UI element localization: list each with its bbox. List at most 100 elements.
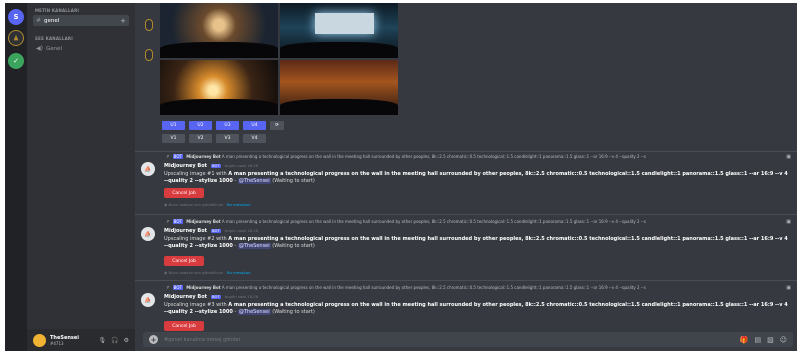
image-attachment-icon: ▣ bbox=[786, 219, 791, 225]
avatar[interactable] bbox=[33, 333, 46, 347]
voice-channel-genel[interactable]: ◀) Genel bbox=[33, 43, 129, 54]
discord-window: S ✓ METİN KANALLARI # genel + SES KANALL… bbox=[5, 3, 797, 351]
bot-message: ↱ BOT Midjourney Bot A man presenting a … bbox=[135, 219, 797, 277]
channel-genel[interactable]: # genel + bbox=[33, 15, 129, 26]
upscale-button-2[interactable]: U2 bbox=[189, 121, 212, 130]
message-composer: + 🎁 ▤ ▨ ☺ bbox=[143, 332, 793, 347]
channel-label: genel bbox=[44, 17, 60, 24]
bot-badge: BOT bbox=[172, 219, 183, 224]
user-mention[interactable]: @TheSensei bbox=[237, 243, 271, 249]
avatar[interactable]: ⛵ bbox=[141, 227, 155, 241]
upscale-button-1[interactable]: U1 bbox=[162, 121, 185, 130]
reply-author: Midjourney Bot bbox=[186, 154, 221, 159]
headphones-icon[interactable]: 🎧 bbox=[111, 337, 118, 344]
reply-text: A man presenting a technological progres… bbox=[221, 154, 646, 159]
server-icon-s[interactable]: S bbox=[8, 9, 24, 25]
bot-badge: BOT bbox=[210, 164, 222, 168]
message-status: (Waiting to start) bbox=[272, 309, 315, 315]
user-mention[interactable]: @TheSensei bbox=[237, 309, 271, 315]
gear-icon[interactable]: ⚙ bbox=[124, 337, 129, 344]
chat-area: U1 U2 U3 U4 ⟳ V1 V2 V3 V4 ↱ BOT Midjourn… bbox=[135, 3, 797, 351]
cancel-job-button[interactable]: Cancel Job bbox=[164, 321, 204, 331]
message-time: bugün saat 18:26 bbox=[224, 294, 259, 299]
variation-button-1[interactable]: V1 bbox=[162, 134, 185, 143]
eye-icon: ◉ bbox=[164, 270, 168, 275]
username: TheSensei bbox=[50, 334, 79, 341]
user-mention[interactable]: @TheSensei bbox=[237, 178, 271, 184]
image-attachment-icon: ▣ bbox=[786, 154, 791, 160]
message-prefix: Upscaling image #2 with bbox=[164, 236, 227, 242]
variation-button-2[interactable]: V2 bbox=[189, 134, 212, 143]
bot-badge: BOT bbox=[172, 154, 183, 159]
cancel-job-button[interactable]: Cancel Job bbox=[164, 188, 204, 198]
message-header: Midjourney Bot BOT bugün saat 18:26 bbox=[164, 163, 258, 169]
reply-arrow-icon: ↱ bbox=[166, 285, 170, 290]
upscale-button-3[interactable]: U3 bbox=[216, 121, 239, 130]
speaker-icon: ◀) bbox=[36, 45, 43, 52]
grid-image-2[interactable] bbox=[280, 3, 398, 58]
server-icon-midjourney[interactable] bbox=[8, 30, 24, 46]
message-author[interactable]: Midjourney Bot bbox=[164, 163, 207, 169]
ephemeral-note: ◉ Bunu sadece sen görebilirsin · Bu mesa… bbox=[164, 202, 251, 207]
user-panel: TheSensei #4713 🎙 🎧 ⚙ bbox=[27, 329, 135, 351]
message-author[interactable]: Midjourney Bot bbox=[164, 228, 207, 234]
emoji-icon[interactable]: ☺ bbox=[780, 336, 787, 344]
reply-text: A man presenting a technological progres… bbox=[221, 285, 646, 290]
ephemeral-text: Bunu sadece sen görebilirsin bbox=[168, 270, 224, 275]
upscale-button-4[interactable]: U4 bbox=[243, 121, 266, 130]
upscale-buttons: U1 U2 U3 U4 ⟳ bbox=[162, 121, 284, 130]
avatar[interactable]: ⛵ bbox=[141, 162, 155, 176]
image-attachment-icon: ▣ bbox=[786, 285, 791, 291]
ephemeral-text: Bunu sadece sen görebilirsin bbox=[168, 202, 224, 207]
crowd-silhouette bbox=[280, 98, 398, 115]
explore-servers-icon[interactable]: ✓ bbox=[8, 53, 24, 69]
grid-image-4[interactable] bbox=[280, 60, 398, 115]
cancel-job-button[interactable]: Cancel Job bbox=[164, 256, 204, 266]
message-body: Upscaling image #3 with A man presenting… bbox=[164, 302, 789, 316]
microphone-icon[interactable]: 🎙 bbox=[99, 337, 107, 344]
divider bbox=[135, 280, 797, 281]
reply-preview[interactable]: ↱ BOT Midjourney Bot A man presenting a … bbox=[166, 219, 791, 227]
message-author[interactable]: Midjourney Bot bbox=[164, 294, 207, 300]
message-input[interactable] bbox=[164, 336, 584, 343]
gift-icon[interactable]: 🎁 bbox=[740, 336, 749, 344]
gif-icon[interactable]: ▤ bbox=[754, 336, 761, 344]
variation-buttons: V1 V2 V3 V4 bbox=[162, 134, 266, 143]
voice-channel-label: Genel bbox=[45, 45, 63, 52]
bot-badge: BOT bbox=[210, 229, 222, 233]
variation-button-3[interactable]: V3 bbox=[216, 134, 239, 143]
voice-channels-category[interactable]: SES KANALLARI bbox=[35, 36, 73, 41]
presentation-screen bbox=[315, 12, 375, 34]
avatar[interactable]: ⛵ bbox=[141, 293, 155, 307]
message-body: Upscaling image #2 with A man presenting… bbox=[164, 236, 789, 250]
crowd-silhouette bbox=[280, 41, 398, 58]
crowd-silhouette bbox=[160, 98, 278, 115]
message-status: (Waiting to start) bbox=[272, 178, 315, 184]
reply-arrow-icon: ↱ bbox=[166, 154, 170, 159]
grid-image-1[interactable] bbox=[160, 3, 278, 58]
reply-text: A man presenting a technological progres… bbox=[221, 219, 646, 224]
divider bbox=[135, 214, 797, 215]
reply-author: Midjourney Bot bbox=[186, 285, 221, 290]
server-rail: S ✓ bbox=[5, 3, 27, 351]
message-body: Upscaling image #1 with A man presenting… bbox=[164, 171, 789, 185]
message-prefix: Upscaling image #1 with bbox=[164, 171, 227, 177]
message-header: Midjourney Bot BOT bugün saat 18:26 bbox=[164, 228, 258, 234]
dismiss-link[interactable]: Bu mesajları bbox=[227, 270, 251, 275]
divider bbox=[135, 151, 797, 152]
message-time: bugün saat 18:26 bbox=[224, 228, 259, 233]
variation-button-4[interactable]: V4 bbox=[243, 134, 266, 143]
text-channels-category[interactable]: METİN KANALLARI bbox=[35, 8, 79, 13]
add-member-icon[interactable]: + bbox=[120, 17, 126, 25]
reply-arrow-icon: ↱ bbox=[166, 219, 170, 224]
dismiss-link[interactable]: Bu mesajları bbox=[227, 202, 251, 207]
reply-preview[interactable]: ↱ BOT Midjourney Bot A man presenting a … bbox=[166, 154, 791, 162]
crowd-silhouette bbox=[160, 41, 278, 58]
reply-preview[interactable]: ↱ BOT Midjourney Bot A man presenting a … bbox=[166, 285, 791, 293]
reply-author: Midjourney Bot bbox=[186, 219, 221, 224]
refresh-icon[interactable]: ⟳ bbox=[270, 121, 284, 130]
plus-icon[interactable]: + bbox=[149, 335, 158, 344]
image-grid[interactable] bbox=[160, 3, 398, 115]
sticker-icon[interactable]: ▨ bbox=[767, 336, 774, 344]
grid-image-3[interactable] bbox=[160, 60, 278, 115]
